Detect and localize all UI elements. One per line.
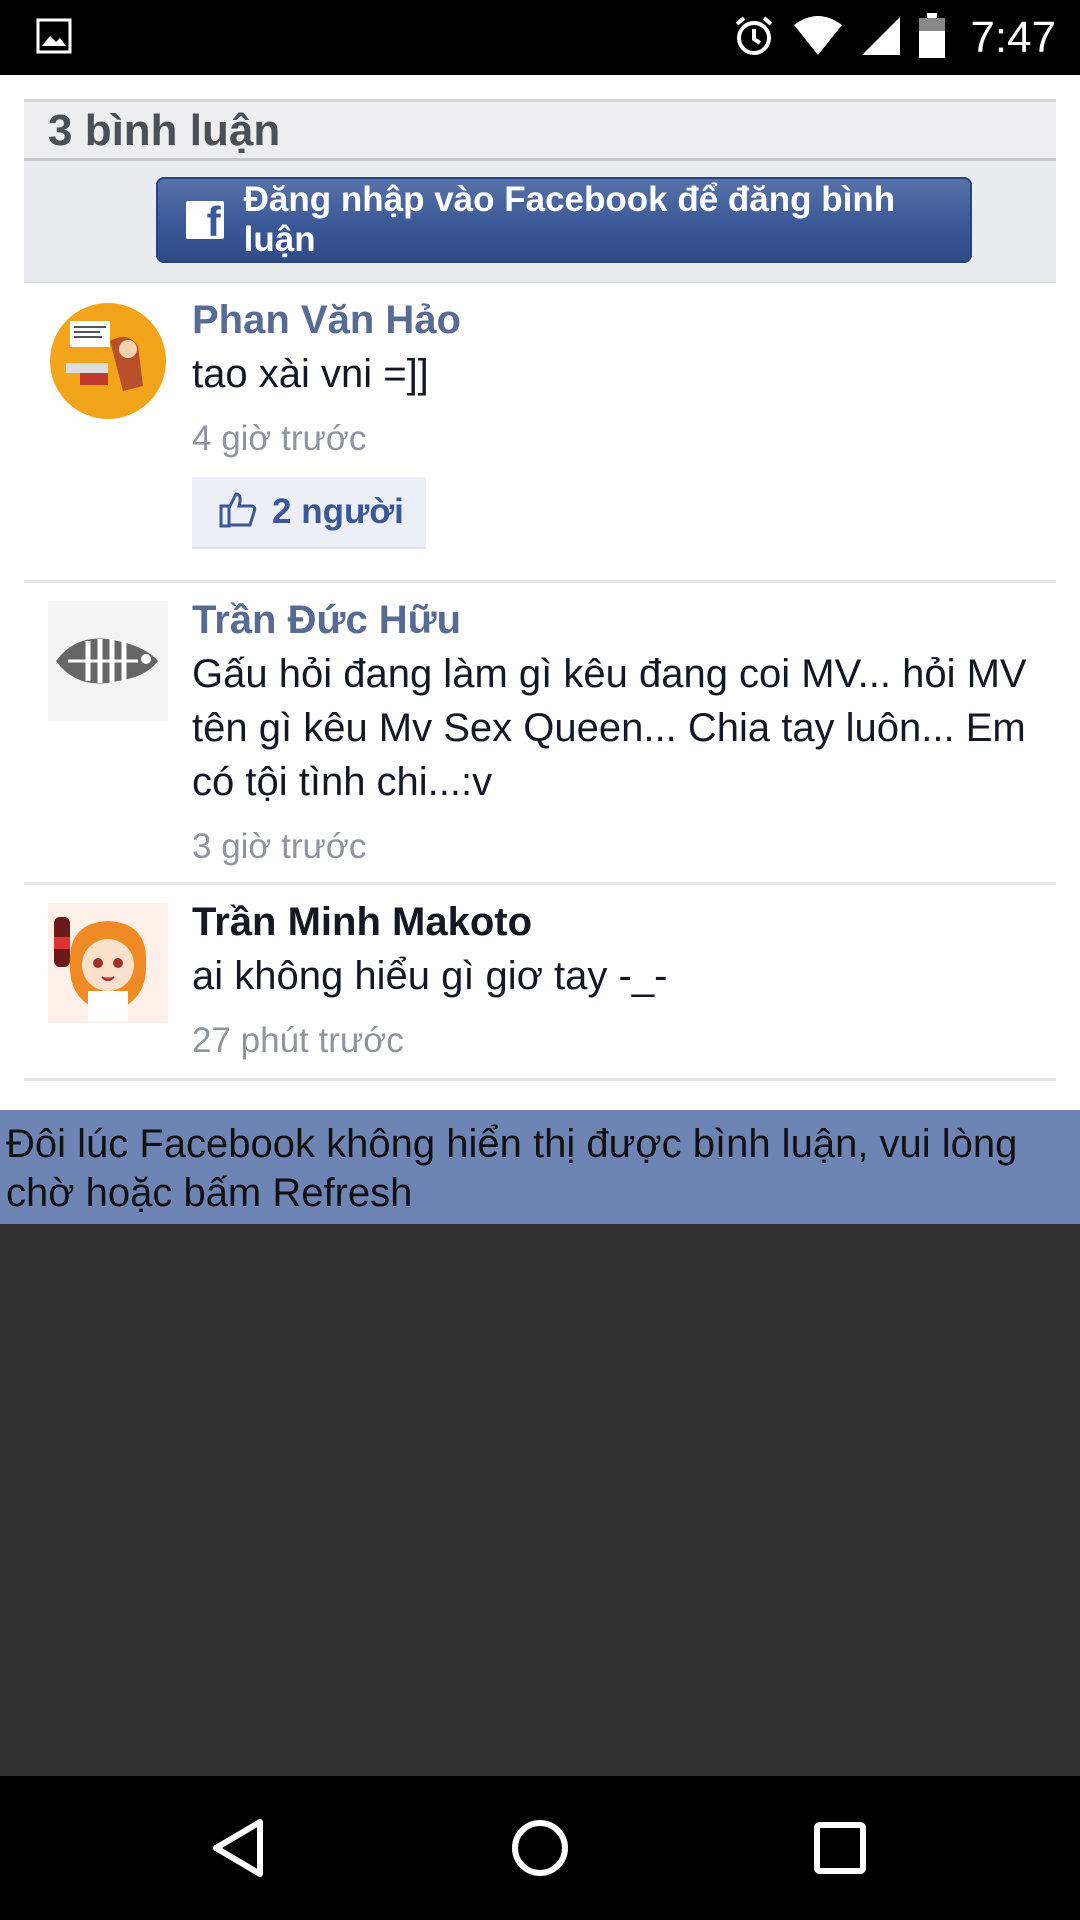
back-icon[interactable] bbox=[204, 1812, 276, 1884]
thumbs-up-icon bbox=[218, 490, 258, 535]
recents-icon[interactable] bbox=[804, 1812, 876, 1884]
comments-plugin: 3 bình luận f Đăng nhập vào Facebook để … bbox=[0, 75, 1080, 1110]
status-time: 7:47 bbox=[970, 13, 1056, 62]
screen: 7:47 3 bình luận f Đăng nhập vào Faceboo… bbox=[0, 0, 1080, 1920]
comment-timestamp[interactable]: 27 phút trước bbox=[192, 1019, 1032, 1063]
comment-timestamp[interactable]: 4 giờ trước bbox=[192, 417, 1032, 461]
likes-count: 2 người bbox=[272, 492, 404, 531]
comment-author[interactable]: Phan Văn Hảo bbox=[192, 295, 1032, 345]
avatar[interactable] bbox=[48, 903, 168, 1023]
signal-icon bbox=[860, 15, 902, 62]
comment-timestamp[interactable]: 3 giờ trước bbox=[192, 825, 1032, 869]
battery-icon bbox=[918, 12, 946, 64]
comment-item: Trần Minh Makoto ai không hiểu gì giơ ta… bbox=[24, 885, 1056, 1081]
wifi-icon bbox=[792, 15, 844, 62]
comment-text: Gấu hỏi đang làm gì kêu đang coi MV... h… bbox=[192, 652, 1027, 804]
facebook-login-button[interactable]: f Đăng nhập vào Facebook để đăng bình lu… bbox=[156, 177, 972, 263]
status-bar: 7:47 bbox=[0, 0, 1080, 75]
comment-item: Phan Văn Hảo tao xài vni =]] 4 giờ trước… bbox=[24, 283, 1056, 583]
comment-body: Phan Văn Hảo tao xài vni =]] 4 giờ trước… bbox=[192, 295, 1032, 549]
login-bar: f Đăng nhập vào Facebook để đăng bình lu… bbox=[24, 161, 1056, 283]
comments-header: 3 bình luận bbox=[24, 99, 1056, 161]
comment-text: ai không hiểu gì giơ tay -_- bbox=[192, 954, 668, 998]
facebook-logo-icon: f bbox=[186, 201, 224, 243]
comment-body: Trần Đức Hữu Gấu hỏi đang làm gì kêu đan… bbox=[192, 595, 1032, 869]
home-icon[interactable] bbox=[504, 1812, 576, 1884]
avatar[interactable] bbox=[48, 301, 168, 421]
comment-author[interactable]: Trần Minh Makoto bbox=[192, 897, 1032, 947]
comment-item: Trần Đức Hữu Gấu hỏi đang làm gì kêu đan… bbox=[24, 583, 1056, 885]
alarm-icon bbox=[732, 14, 776, 63]
avatar[interactable] bbox=[48, 601, 168, 721]
comments-count: 3 bình luận bbox=[48, 106, 281, 155]
login-button-label: Đăng nhập vào Facebook để đăng bình luận bbox=[243, 180, 896, 259]
comment-author[interactable]: Trần Đức Hữu bbox=[192, 595, 1032, 645]
likes-badge[interactable]: 2 người bbox=[192, 477, 426, 549]
status-icons: 7:47 bbox=[732, 10, 1056, 66]
comment-body: Trần Minh Makoto ai không hiểu gì giơ ta… bbox=[192, 897, 1032, 1063]
image-notification-icon bbox=[36, 18, 72, 59]
navigation-bar bbox=[0, 1776, 1080, 1920]
refresh-notice: Đôi lúc Facebook không hiển thị được bìn… bbox=[0, 1110, 1080, 1224]
comment-text: tao xài vni =]] bbox=[192, 352, 429, 396]
